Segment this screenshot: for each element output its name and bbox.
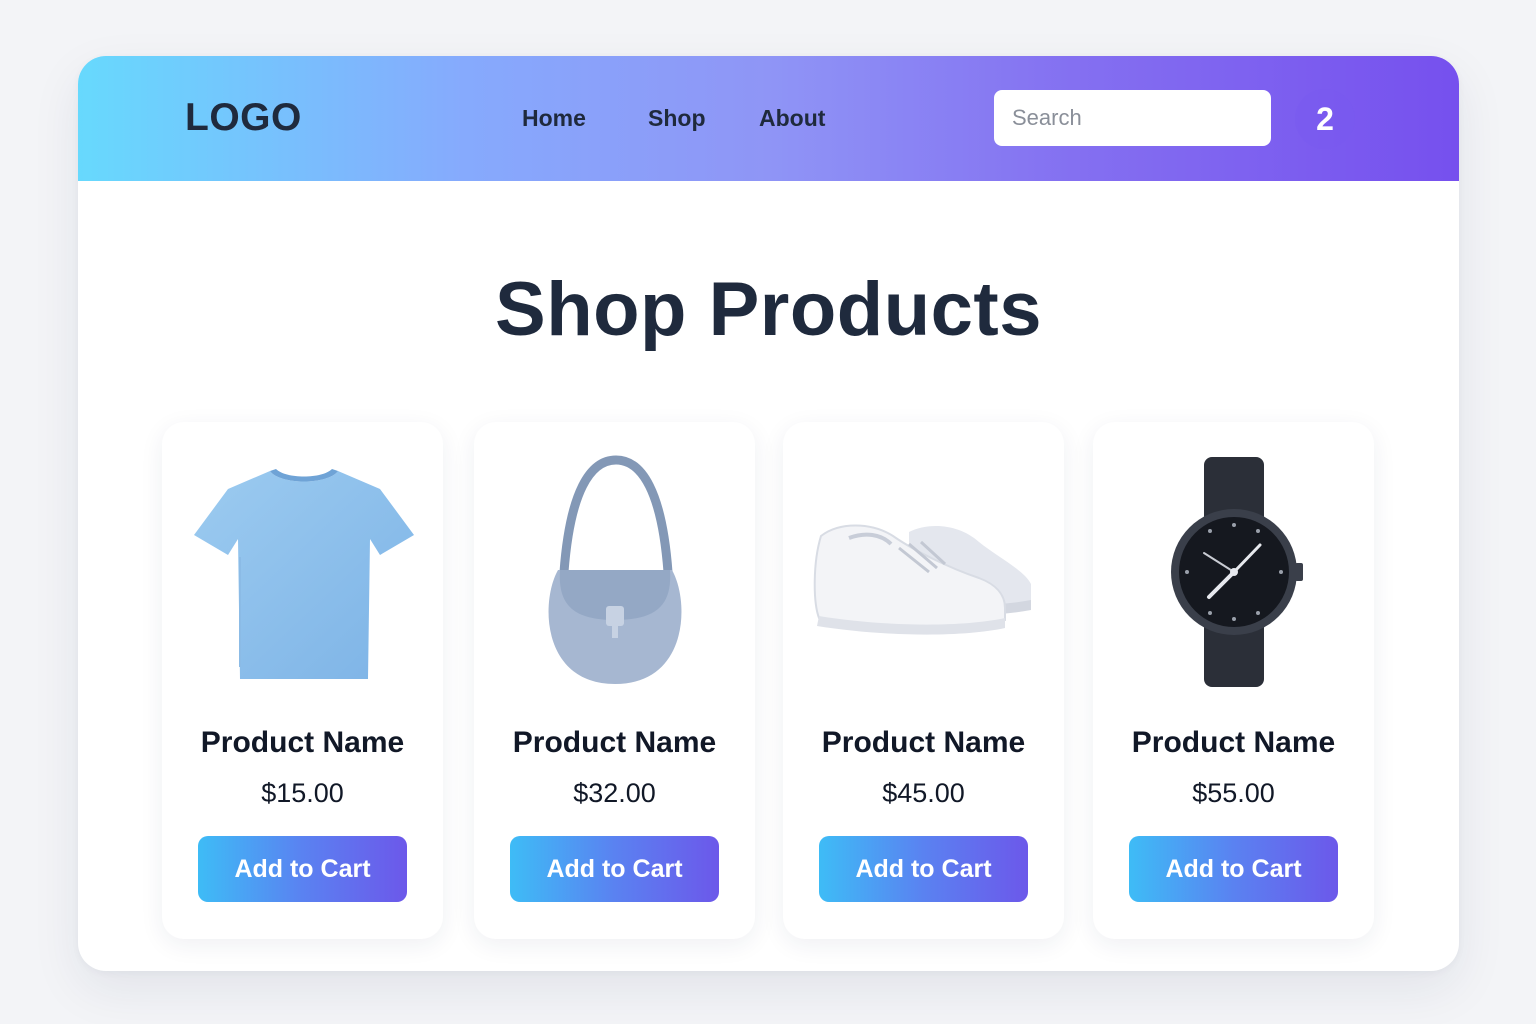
product-card: Product Name $15.00 Add to Cart [162, 422, 443, 939]
header-bar: LOGO Home Shop About 2 [78, 56, 1459, 181]
search-input[interactable] [994, 90, 1271, 146]
product-card: Product Name $32.00 Add to Cart [474, 422, 755, 939]
product-price: $32.00 [573, 778, 656, 808]
shop-window: LOGO Home Shop About 2 Shop Products [78, 56, 1459, 971]
product-price: $55.00 [1192, 778, 1275, 808]
product-price: $15.00 [261, 778, 344, 808]
t-shirt-icon[interactable] [182, 442, 423, 702]
nav-about-link[interactable]: About [759, 105, 825, 132]
product-name: Product Name [512, 726, 717, 759]
product-card: Product Name $55.00 Add to Cart [1093, 422, 1374, 939]
handbag-icon[interactable] [494, 442, 735, 702]
cart-count-badge[interactable]: 2 [1295, 89, 1355, 149]
product-name: Product Name [200, 726, 405, 759]
page-title: Shop Products [495, 267, 1042, 352]
logo[interactable]: LOGO [185, 96, 302, 140]
wristwatch-icon[interactable] [1113, 442, 1354, 702]
add-to-cart-button[interactable]: Add to Cart [1129, 836, 1338, 902]
add-to-cart-button[interactable]: Add to Cart [510, 836, 719, 902]
add-to-cart-button[interactable]: Add to Cart [198, 836, 407, 902]
sneakers-icon[interactable] [803, 442, 1044, 702]
product-name: Product Name [1131, 726, 1336, 759]
nav-home-link[interactable]: Home [522, 105, 586, 132]
product-name: Product Name [821, 726, 1026, 759]
nav-shop-link[interactable]: Shop [648, 105, 706, 132]
product-card: Product Name $45.00 Add to Cart [783, 422, 1064, 939]
product-price: $45.00 [882, 778, 965, 808]
add-to-cart-button[interactable]: Add to Cart [819, 836, 1028, 902]
